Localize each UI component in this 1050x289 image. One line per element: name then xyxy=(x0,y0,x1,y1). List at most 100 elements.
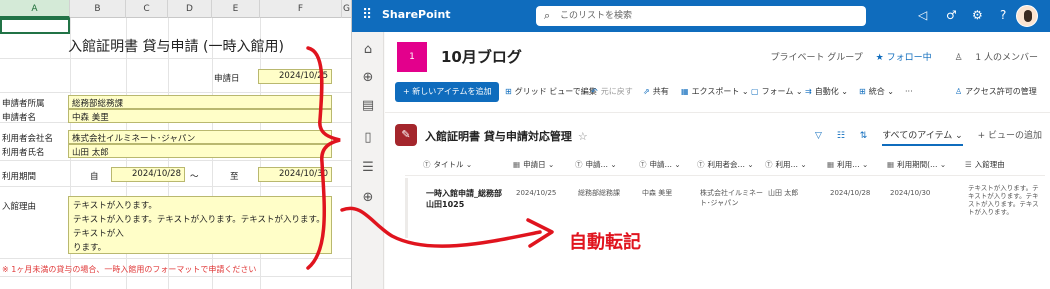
col-company[interactable]: Ⓣ 利用者会… ⌄ xyxy=(697,154,754,176)
sort-icon[interactable]: ⇅ xyxy=(860,131,868,141)
col-company-label: 利用者会… xyxy=(707,160,746,169)
dept-cell[interactable]: 総務部総務課 xyxy=(68,95,332,109)
text-field-icon: Ⓣ xyxy=(639,160,647,169)
user-cell[interactable]: 山田 太郎 xyxy=(68,144,332,158)
views-dropdown[interactable]: すべてのアイテム ⌄ xyxy=(882,131,963,146)
sharepoint-window: ⠿ SharePoint ⌕ このリストを検索 ◁ ♂ ⚙ ? ⌂ ⊕ ▤ ▯ … xyxy=(352,0,1050,289)
site-logo[interactable]: 1 xyxy=(397,42,427,72)
integrate-button[interactable]: ⊞ 統合 ⌄ xyxy=(859,82,894,102)
from-date-cell[interactable]: 2024/10/28 xyxy=(111,167,185,182)
globe-icon[interactable]: ⊕ xyxy=(360,70,376,86)
sharepoint-brand[interactable]: SharePoint xyxy=(382,8,451,21)
col-date[interactable]: ▦ 申請日 ⌄ xyxy=(513,154,554,176)
help-icon[interactable]: ? xyxy=(1000,8,1006,22)
members-button[interactable]: ♙ 1 人のメンバー xyxy=(944,53,1038,63)
col-to-label: 利用期間(… xyxy=(897,160,938,169)
undo-icon: ↶ xyxy=(591,87,598,96)
person-icon: ♙ xyxy=(954,53,963,63)
lists-icon[interactable]: ☰ xyxy=(360,160,376,176)
integrate-label: 統合 xyxy=(868,87,885,96)
column-header-b[interactable]: B xyxy=(70,0,126,18)
new-item-button[interactable]: + 新しいアイテムを追加 xyxy=(395,82,500,102)
feedback-icon[interactable]: ◁ xyxy=(918,8,927,22)
col-user[interactable]: Ⓣ 利用… ⌄ xyxy=(765,154,807,176)
selected-cell[interactable] xyxy=(0,18,70,34)
home-icon[interactable]: ⌂ xyxy=(360,42,376,58)
company-cell[interactable]: 株式会社イルミネート･ジャパン xyxy=(68,130,332,144)
site-name[interactable]: 10月ブログ xyxy=(441,46,522,67)
col-from[interactable]: ▦ 利用… ⌄ xyxy=(827,154,868,176)
row-name: 中森 美里 xyxy=(642,189,673,197)
column-header-e[interactable]: E xyxy=(212,0,260,18)
command-bar: + 新しいアイテムを追加 ⊞ グリッド ビューで編集 ↶ 元に戻す ⇗ 共有 ▦ エクス… xyxy=(395,82,1045,104)
col-name-label: 申請… xyxy=(649,160,673,169)
list-row[interactable]: 一時入館申請_総務部山田1025 2024/10/25 総務部総務課 中森 美里… xyxy=(405,178,1045,238)
col-from-label: 利用… xyxy=(837,160,860,169)
undo-button[interactable]: ↶ 元に戻す xyxy=(591,82,633,102)
app-rail: ⌂ ⊕ ▤ ▯ ☰ ⊕ xyxy=(352,32,384,289)
calendar-icon: ▦ xyxy=(513,160,521,169)
list-title[interactable]: 入館証明書 貸与申請対応管理 ☆ xyxy=(425,128,588,144)
group-type: プライベート グループ xyxy=(770,53,863,63)
form-label: フォーム xyxy=(761,87,794,96)
news-icon[interactable]: ▤ xyxy=(360,98,376,114)
row-title[interactable]: 一時入館申請_総務部山田1025 xyxy=(426,188,506,210)
column-header-f[interactable]: F xyxy=(260,0,342,18)
user-avatar[interactable] xyxy=(1016,5,1038,27)
automate-label: 自動化 xyxy=(814,87,839,96)
column-header-g[interactable]: G xyxy=(342,0,351,18)
follow-button[interactable]: ★ フォロー中 xyxy=(876,53,932,63)
multiline-icon: ☰ xyxy=(965,160,972,169)
add-view-button[interactable]: + ビューの追加 xyxy=(978,131,1042,141)
col-reason[interactable]: ☰ 入館理由 xyxy=(965,154,1005,176)
share-button[interactable]: ⇗ 共有 xyxy=(643,82,669,102)
to-label: 至 xyxy=(230,172,239,182)
column-header-c[interactable]: C xyxy=(126,0,168,18)
reason-label: 入館理由 xyxy=(2,202,37,212)
col-name[interactable]: Ⓣ 申請… ⌄ xyxy=(639,154,681,176)
col-dept[interactable]: Ⓣ 申請… ⌄ xyxy=(575,154,617,176)
favorite-star-icon[interactable]: ☆ xyxy=(578,130,588,143)
divider xyxy=(385,112,1050,113)
apply-date-label: 申請日 xyxy=(214,74,240,84)
column-header-d[interactable]: D xyxy=(168,0,212,18)
grid-edit-button[interactable]: ⊞ グリッド ビューで編集 xyxy=(505,82,597,102)
undo-label: 元に戻す xyxy=(600,87,633,96)
reason-cell[interactable]: テキストが入ります。 テキストが入ります。テキストが入ります。テキストが入ります… xyxy=(68,196,332,254)
name-label: 申請者名 xyxy=(2,113,37,123)
access-button[interactable]: ♙ アクセス許可の管理 xyxy=(955,82,1037,102)
export-button[interactable]: ▦ エクスポート ⌄ xyxy=(681,82,749,102)
text-field-icon: Ⓣ xyxy=(765,160,773,169)
text-field-icon: Ⓣ xyxy=(575,160,583,169)
row-reason: テキストが入ります。テキストが入ります。テキストが入ります。テキストが入ります。 xyxy=(968,184,1039,216)
tilde: ～ xyxy=(190,172,199,182)
automate-button[interactable]: ⇉ 自動化 ⌄ xyxy=(805,82,848,102)
excel-icon: ▦ xyxy=(681,87,689,96)
col-to[interactable]: ▦ 利用期間(… ⌄ xyxy=(887,154,946,176)
col-title[interactable]: Ⓣ タイトル ⌄ xyxy=(423,154,472,176)
column-header-a[interactable]: A xyxy=(0,0,70,18)
row-dept: 総務部総務課 xyxy=(578,189,620,197)
app-launcher-icon[interactable]: ⠿ xyxy=(362,8,376,22)
more-button[interactable]: ··· xyxy=(905,82,913,102)
share-icon[interactable]: ♂ xyxy=(946,8,957,22)
filter-icon[interactable]: ▽ xyxy=(815,131,822,141)
text-field-icon: Ⓣ xyxy=(697,160,705,169)
suite-header: ⠿ SharePoint ⌕ このリストを検索 ◁ ♂ ⚙ ? xyxy=(352,0,1050,32)
create-icon[interactable]: ⊕ xyxy=(360,190,376,206)
search-box[interactable]: ⌕ このリストを検索 xyxy=(536,6,866,26)
apply-date-cell[interactable]: 2024/10/25 xyxy=(258,69,332,84)
share-arrow-icon: ⇗ xyxy=(643,87,650,96)
name-cell[interactable]: 中森 美里 xyxy=(68,109,332,123)
export-label: エクスポート xyxy=(691,87,740,96)
files-icon[interactable]: ▯ xyxy=(360,130,376,146)
to-date-cell[interactable]: 2024/10/30 xyxy=(258,167,332,182)
column-headers: A B C D E F G xyxy=(0,0,351,18)
period-label: 利用期間 xyxy=(2,172,37,182)
settings-icon[interactable]: ⚙ xyxy=(972,8,983,22)
form-button[interactable]: ▢ フォーム ⌄ xyxy=(751,82,803,102)
from-label: 自 xyxy=(90,172,99,182)
group-icon[interactable]: ☷ xyxy=(837,131,845,141)
site-content: 1 10月ブログ プライベート グループ ★ フォロー中 ♙ 1 人のメンバー … xyxy=(385,32,1050,289)
grid-edit-label: グリッド ビューで編集 xyxy=(514,87,597,96)
